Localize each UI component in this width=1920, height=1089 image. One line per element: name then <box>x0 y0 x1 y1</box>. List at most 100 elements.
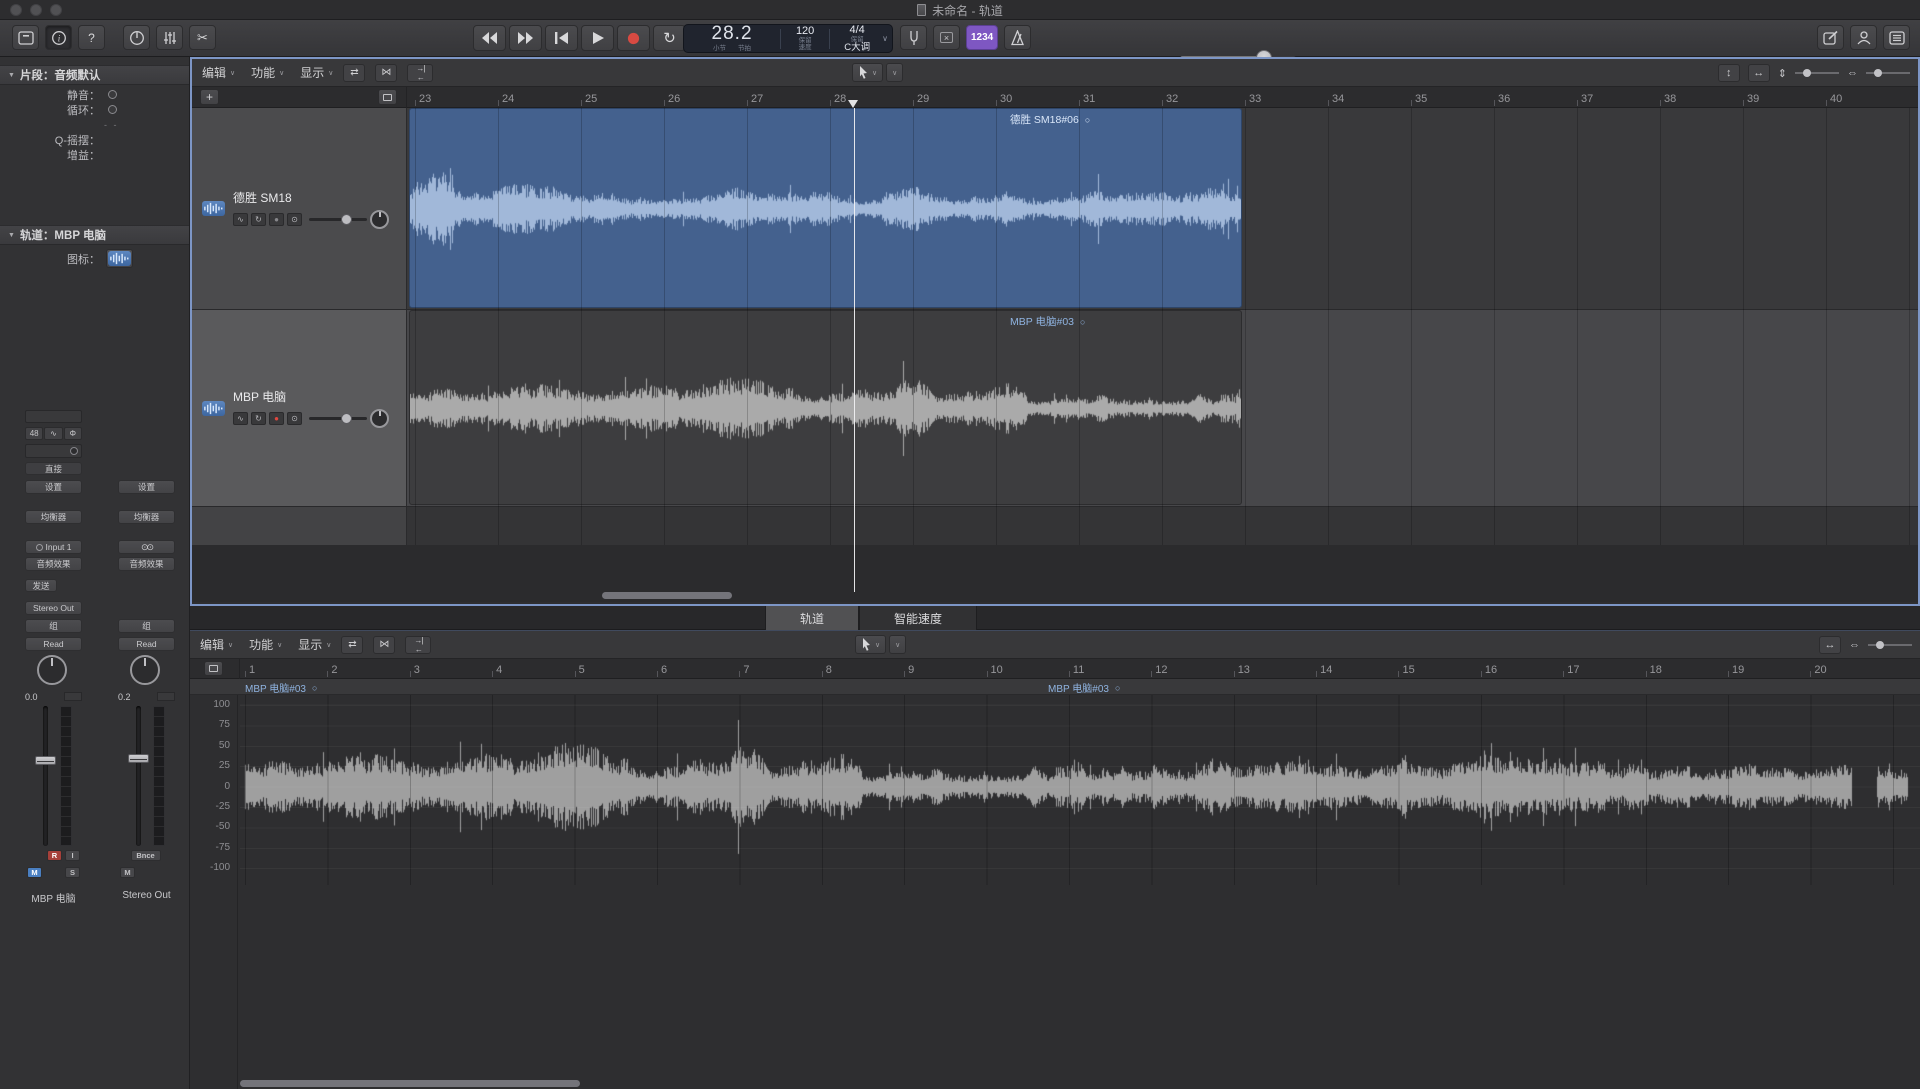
slider-thumb[interactable] <box>1876 641 1884 649</box>
track-name[interactable]: 德胜 SM18 <box>233 189 389 206</box>
track-header-2[interactable]: MBP 电脑 ∿ ↻ ● ⊙ <box>192 310 407 507</box>
input-gain-slot[interactable] <box>25 444 82 458</box>
horizontal-zoom-slider[interactable] <box>1866 68 1910 78</box>
mute-button[interactable]: M <box>27 867 42 878</box>
group-slot-button[interactable]: 组 <box>118 619 175 633</box>
loop-icon[interactable]: ↻ <box>251 412 266 425</box>
menu-button[interactable]: 编辑∨ <box>200 636 233 653</box>
menu-button[interactable]: 显示∨ <box>298 636 331 653</box>
playhead[interactable] <box>854 108 855 592</box>
input-monitor-button[interactable]: ⊙ <box>287 412 302 425</box>
catch-playhead-button[interactable]: →|← <box>407 64 433 82</box>
checkbox[interactable] <box>108 105 117 114</box>
audio-fx-slot-button[interactable]: 音频效果 <box>25 557 82 571</box>
tuner-button[interactable] <box>900 25 927 50</box>
editor-region-strip[interactable]: MBP 电脑#03○ MBP 电脑#03○ <box>190 679 1920 695</box>
fader-cap[interactable] <box>128 754 149 763</box>
record-button[interactable] <box>617 25 650 51</box>
ruler-numbers[interactable]: 232425262728293031323334353637383940 <box>407 87 1918 108</box>
track-inspector-header[interactable]: ▼ 轨道：MBP 电脑 <box>0 225 189 245</box>
horizontal-auto-zoom-button[interactable]: ↔ <box>1748 64 1770 82</box>
eq-button[interactable]: 均衡器 <box>25 510 82 524</box>
playhead-marker[interactable] <box>848 100 858 108</box>
rewind-button[interactable] <box>473 25 506 51</box>
volume-fader[interactable] <box>30 706 78 846</box>
drag-mode-button[interactable]: ⇄ <box>341 636 363 654</box>
input-monitor-button[interactable]: ⊙ <box>287 213 302 226</box>
editor-waveform-area[interactable]: 1007550250-25-50-75-100 <box>190 695 1920 1089</box>
eq-button[interactable]: 均衡器 <box>118 510 175 524</box>
editors-button[interactable]: ✂ <box>189 25 216 50</box>
add-track-button[interactable]: + <box>200 89 219 105</box>
bar-ruler[interactable]: + 232425262728293031323334353637383940 <box>192 87 1918 108</box>
horizontal-scrollbar[interactable] <box>240 1080 580 1087</box>
metronome-button[interactable] <box>1004 25 1031 50</box>
volume-fader[interactable] <box>123 706 171 846</box>
record-enable-button[interactable]: R <box>47 850 62 861</box>
sends-button[interactable]: 发送 <box>25 579 57 592</box>
disclosure-triangle-icon[interactable]: ▼ <box>8 72 15 79</box>
pan-knob[interactable] <box>37 655 67 685</box>
record-enable-button[interactable]: ● <box>269 412 284 425</box>
inspector-button[interactable]: i <box>45 25 72 50</box>
lcd-key-signature[interactable]: 4/4 保留 C大调 <box>834 25 880 53</box>
quick-help-button[interactable]: ? <box>78 25 105 50</box>
cycle-button[interactable]: ↻ <box>653 25 686 51</box>
crossfade-mode-button[interactable]: ⋈ <box>373 636 395 654</box>
flex-icon[interactable]: ∿ <box>233 213 248 226</box>
menu-button[interactable]: 显示∨ <box>300 64 333 81</box>
follow-tempo-icon[interactable]: ○ <box>1080 317 1085 327</box>
editor-bar-ruler[interactable]: 1234567891011121314151617181920 <box>190 659 1920 679</box>
phantom-power-button[interactable]: 48 <box>25 427 43 440</box>
lcd-position[interactable]: 28.2 小节 节拍 <box>688 25 776 52</box>
direct-button[interactable]: 直接 <box>25 462 82 475</box>
track-lane-2[interactable]: MBP 电脑#03○ <box>407 310 1918 507</box>
forward-button[interactable] <box>509 25 542 51</box>
follow-tempo-icon[interactable]: ○ <box>1115 683 1120 693</box>
channel-strip-name[interactable]: MBP 电脑 <box>13 890 94 905</box>
follow-tempo-icon[interactable]: ○ <box>1085 115 1090 125</box>
region-name[interactable]: MBP 电脑#03○ <box>245 680 317 695</box>
track-name[interactable]: MBP 电脑 <box>233 388 389 405</box>
stereo-format-button[interactable]: ⊙⊙ <box>118 540 175 554</box>
pointer-tool-button[interactable]: ∨ <box>852 63 883 82</box>
go-to-beginning-button[interactable] <box>545 25 578 51</box>
ruler-numbers[interactable]: 1234567891011121314151617181920 <box>240 659 1920 679</box>
track-icon-button[interactable] <box>106 249 133 268</box>
region-name[interactable]: MBP 电脑#03○ <box>1048 680 1120 695</box>
menu-button[interactable]: 编辑∨ <box>202 64 235 81</box>
slope-icon[interactable]: ∿ <box>44 427 62 440</box>
lcd-display[interactable]: 28.2 小节 节拍 120 保留 速度 4/4 保留 C大调 ∨ <box>683 24 893 53</box>
smart-controls-button[interactable] <box>123 25 150 50</box>
track-header-1[interactable]: 德胜 SM18 ∿ ↻ ● ⊙ <box>192 108 407 310</box>
chevron-down-icon[interactable]: ∨ <box>882 34 888 43</box>
group-slot-button[interactable]: 组 <box>25 619 82 633</box>
track-lane-1[interactable]: 德胜 SM18#06○ <box>407 108 1918 310</box>
menu-button[interactable]: 功能∨ <box>251 64 284 81</box>
automation-mode-button[interactable]: Read <box>25 637 82 651</box>
mute-button[interactable]: M <box>120 867 135 878</box>
input-slot-button[interactable]: Input 1 <box>25 540 82 554</box>
audio-fx-slot-button[interactable]: 音频效果 <box>118 557 175 571</box>
lcd-tempo[interactable]: 120 保留 速度 <box>785 26 825 51</box>
vertical-zoom-slider[interactable] <box>1795 68 1839 78</box>
checkbox[interactable] <box>108 90 117 99</box>
record-enable-button[interactable]: ● <box>269 213 284 226</box>
audio-region-selected[interactable]: 德胜 SM18#06○ <box>409 108 1242 308</box>
solo-button[interactable]: S <box>65 867 80 878</box>
channel-strip-name[interactable]: Stereo Out <box>106 890 187 901</box>
disclosure-triangle-icon[interactable]: ▼ <box>8 232 15 239</box>
horizontal-zoom-slider[interactable] <box>1868 640 1912 650</box>
slider-thumb[interactable] <box>1874 69 1882 77</box>
track-display-settings-button[interactable] <box>378 89 397 105</box>
output-slot-button[interactable]: Stereo Out <box>25 601 82 615</box>
crossfade-mode-button[interactable]: ⋈ <box>375 64 397 82</box>
horizontal-auto-zoom-button[interactable]: ↔ <box>1819 636 1841 654</box>
flex-icon[interactable]: ∿ <box>233 412 248 425</box>
fader-cap[interactable] <box>35 756 56 765</box>
mixer-button[interactable] <box>156 25 183 50</box>
play-button[interactable] <box>581 25 614 51</box>
input-monitor-button[interactable]: I <box>65 850 80 861</box>
catch-playhead-button[interactable]: →|← <box>405 636 431 654</box>
count-in-button[interactable]: 1234 <box>966 25 998 50</box>
